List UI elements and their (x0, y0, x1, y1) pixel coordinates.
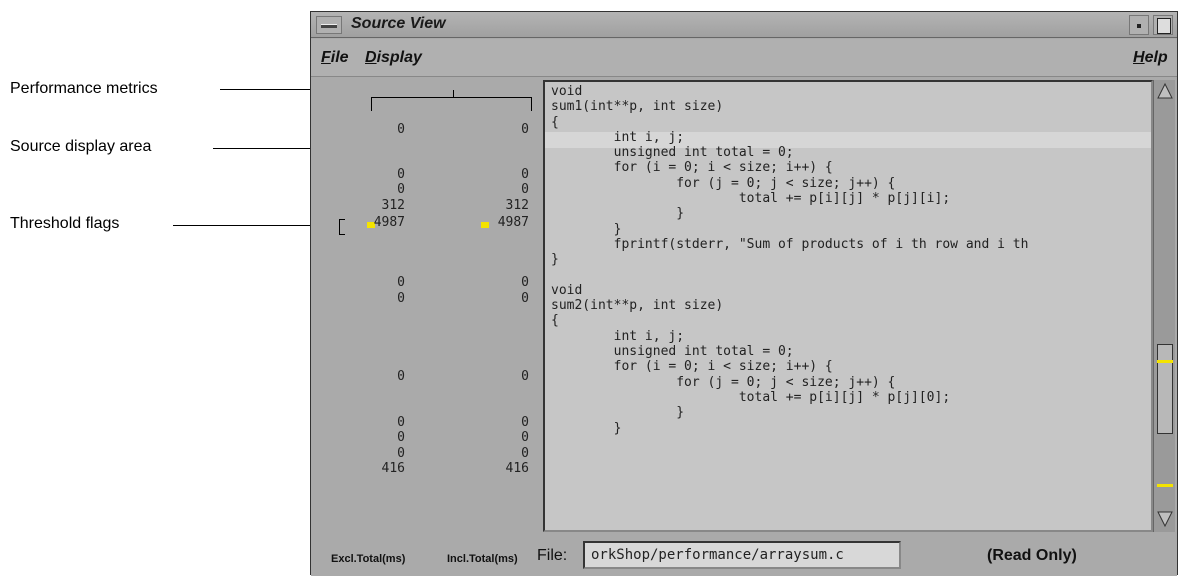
excl-metric: 0 (397, 275, 405, 290)
minimize-button[interactable] (1129, 15, 1149, 35)
menu-file[interactable]: File (321, 49, 349, 67)
scroll-flag-mark (1157, 484, 1173, 487)
metrics-bracket (531, 97, 532, 111)
incl-metric: 0 (521, 167, 529, 182)
source-code[interactable]: void sum1(int**p, int size) { int i, j; … (551, 84, 1028, 436)
metrics-bracket (371, 97, 372, 111)
callout-performance-metrics: Performance metrics (10, 80, 158, 97)
source-view-window: Source View File Display Help 0 0 0 312 … (310, 11, 1178, 576)
menu-bar: File Display Help (311, 39, 1177, 77)
incl-metric: 312 (505, 198, 529, 213)
excl-metric: 0 (397, 446, 405, 461)
excl-total-column-label[interactable]: Excl.Total(ms) (331, 553, 405, 565)
status-bar: Excl.Total(ms) Incl.Total(ms) File: orkS… (311, 534, 1177, 576)
window-title: Source View (351, 15, 446, 32)
excl-metric: 0 (397, 167, 405, 182)
excl-metric: 0 (397, 369, 405, 384)
incl-metric: 0 (521, 275, 529, 290)
window-menu-button[interactable] (316, 16, 342, 34)
incl-metric: 0 (521, 369, 529, 384)
threshold-bracket (339, 219, 345, 220)
menu-display[interactable]: Display (365, 49, 422, 67)
source-display-area[interactable]: void sum1(int**p, int size) { int i, j; … (543, 80, 1153, 532)
incl-metric: 0 (521, 291, 529, 306)
file-path-field[interactable]: orkShop/performance/arraysum.c (583, 541, 901, 569)
menu-help[interactable]: Help (1133, 49, 1168, 67)
excl-metric: 0 (397, 291, 405, 306)
incl-total-column-label[interactable]: Incl.Total(ms) (447, 553, 518, 565)
incl-metric: 0 (521, 182, 529, 197)
excl-metric: 4987 (373, 215, 405, 230)
incl-metric: 0 (521, 122, 529, 137)
incl-metric: 4987 (497, 215, 529, 230)
excl-metric: 416 (381, 461, 405, 476)
excl-metric: 312 (381, 198, 405, 213)
vertical-scrollbar[interactable] (1153, 80, 1175, 532)
scroll-down-arrow-icon[interactable] (1157, 510, 1173, 528)
scroll-up-arrow-icon[interactable] (1157, 82, 1173, 100)
incl-metric: 0 (521, 430, 529, 445)
excl-metric: 0 (397, 182, 405, 197)
scroll-flag-mark (1157, 360, 1173, 363)
title-bar: Source View (311, 12, 1177, 38)
excl-metric: 0 (397, 430, 405, 445)
file-label: File: (537, 547, 568, 564)
read-only-status: (Read Only) (987, 547, 1077, 564)
callout-source-display-area: Source display area (10, 138, 152, 155)
excl-metric: 0 (397, 415, 405, 430)
incl-metric: 0 (521, 446, 529, 461)
incl-metric: 416 (505, 461, 529, 476)
callout-threshold-flags: Threshold flags (10, 215, 120, 232)
incl-metric: 0 (521, 415, 529, 430)
threshold-bracket (339, 234, 345, 235)
metrics-bracket (371, 97, 531, 98)
scroll-thumb[interactable] (1157, 344, 1173, 434)
maximize-button[interactable] (1153, 15, 1173, 35)
excl-metric: 0 (397, 122, 405, 137)
threshold-bracket (339, 219, 340, 235)
metrics-bracket (453, 90, 454, 98)
